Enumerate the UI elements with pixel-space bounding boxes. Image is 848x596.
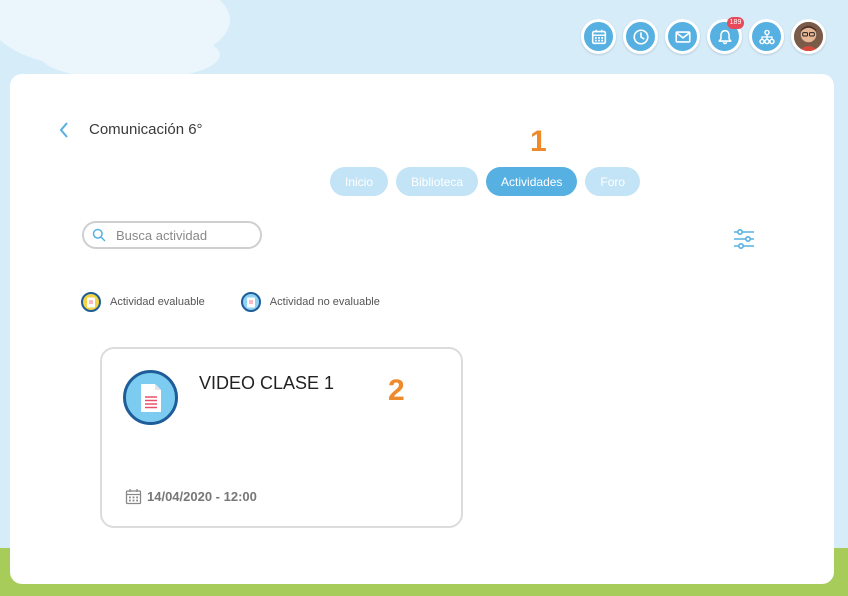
document-icon xyxy=(140,383,161,412)
tab-bar: Inicio Biblioteca Actividades Foro xyxy=(330,167,641,196)
activity-date: 14/04/2020 - 12:00 xyxy=(125,488,257,505)
legend-evaluable: Actividad evaluable xyxy=(81,292,205,312)
top-toolbar: 189 xyxy=(581,17,826,54)
activity-legend: Actividad evaluable Actividad no evaluab… xyxy=(81,292,380,312)
notification-badge: 189 xyxy=(727,17,744,29)
non-evaluable-activity-icon xyxy=(123,370,178,425)
legend-no-evaluable: Actividad no evaluable xyxy=(240,292,380,312)
page-title: Comunicación 6° xyxy=(89,121,203,138)
mail-icon xyxy=(674,30,691,43)
legend-no-evaluable-label: Actividad no evaluable xyxy=(269,296,380,308)
sliders-icon xyxy=(734,228,754,250)
sitemap-button[interactable] xyxy=(749,19,784,54)
user-avatar[interactable] xyxy=(791,19,826,54)
tab-foro[interactable]: Foro xyxy=(585,167,641,196)
search-box xyxy=(82,221,262,249)
activity-card[interactable]: VIDEO CLASE 1 2 14/04/2020 - 12:00 xyxy=(100,347,463,528)
clock-icon xyxy=(632,28,649,45)
clock-button[interactable] xyxy=(623,19,658,54)
search-icon xyxy=(92,228,106,242)
tab-actividades[interactable]: Actividades xyxy=(486,167,578,196)
tab-inicio[interactable]: Inicio xyxy=(330,167,389,196)
non-evaluable-activity-icon xyxy=(240,292,261,312)
bell-icon xyxy=(717,29,732,44)
calendar-icon xyxy=(125,489,142,505)
annotation-number-2: 2 xyxy=(388,374,405,407)
activity-date-text: 14/04/2020 - 12:00 xyxy=(147,489,257,504)
annotation-number-1: 1 xyxy=(530,125,547,158)
main-panel: Comunicación 6° 1 Inicio Biblioteca Acti… xyxy=(10,74,834,584)
calendar-icon xyxy=(591,29,606,44)
avatar-image xyxy=(794,22,823,51)
back-button[interactable] xyxy=(54,120,74,140)
chevron-left-icon xyxy=(59,122,68,138)
evaluable-activity-icon xyxy=(81,292,101,312)
legend-evaluable-label: Actividad evaluable xyxy=(110,296,205,308)
sitemap-icon xyxy=(758,29,775,44)
cloud-decoration xyxy=(40,30,220,80)
filter-button[interactable] xyxy=(732,228,756,250)
tab-biblioteca[interactable]: Biblioteca xyxy=(396,167,479,196)
activity-title: VIDEO CLASE 1 xyxy=(199,373,335,393)
notifications-button[interactable]: 189 xyxy=(707,17,744,54)
search-input[interactable] xyxy=(116,227,256,243)
calendar-button[interactable] xyxy=(581,19,616,54)
mail-button[interactable] xyxy=(665,19,700,54)
